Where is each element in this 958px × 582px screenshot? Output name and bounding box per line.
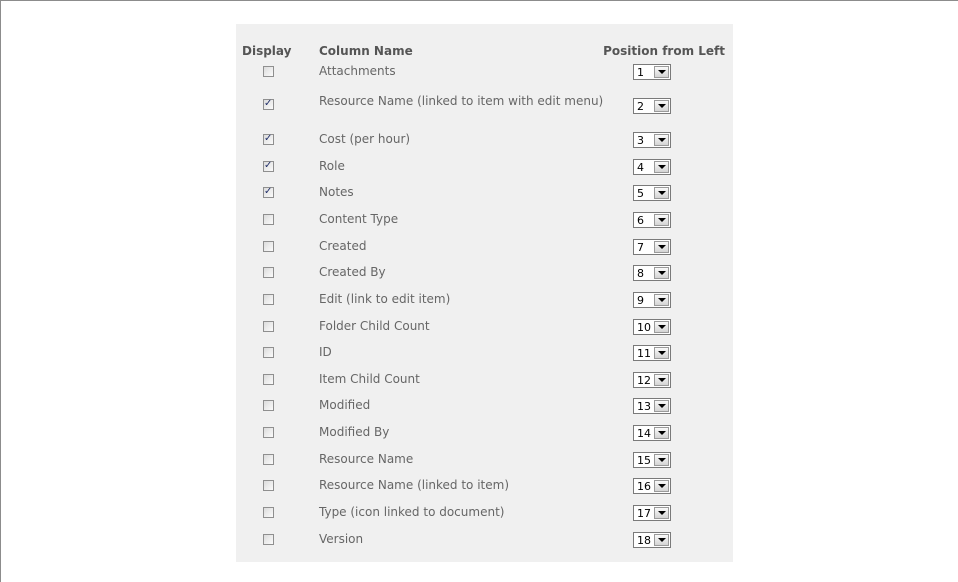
display-checkbox[interactable] <box>263 321 274 332</box>
position-select[interactable]: 10 <box>633 319 671 335</box>
chevron-down-icon[interactable] <box>654 480 669 492</box>
position-value: 7 <box>637 241 644 254</box>
column-settings-panel: Display Column Name Position from Left A… <box>236 24 733 562</box>
chevron-down-icon[interactable] <box>654 134 669 146</box>
display-checkbox[interactable] <box>263 267 274 278</box>
position-value: 4 <box>637 161 644 174</box>
chevron-down-icon[interactable] <box>654 507 669 519</box>
chevron-down-icon[interactable] <box>654 400 669 412</box>
position-value: 6 <box>637 214 644 227</box>
column-name-label: Role <box>319 159 345 173</box>
position-value: 8 <box>637 267 644 280</box>
column-name-label: Modified By <box>319 425 390 439</box>
display-checkbox[interactable] <box>263 214 274 225</box>
display-checkbox[interactable] <box>263 427 274 438</box>
chevron-down-icon[interactable] <box>654 187 669 199</box>
page-frame: Display Column Name Position from Left A… <box>0 0 958 582</box>
display-checkbox[interactable] <box>263 507 274 518</box>
position-select[interactable]: 16 <box>633 478 671 494</box>
position-select[interactable]: 8 <box>633 265 671 281</box>
column-name-header: Column Name <box>319 44 413 58</box>
chevron-down-icon[interactable] <box>654 214 669 226</box>
column-name-label: Cost (per hour) <box>319 132 411 146</box>
chevron-down-icon[interactable] <box>654 100 669 112</box>
display-checkbox[interactable] <box>263 97 274 111</box>
column-name-label: Notes <box>319 185 354 199</box>
position-value: 5 <box>637 187 644 200</box>
chevron-down-icon[interactable] <box>654 374 669 386</box>
display-checkbox[interactable] <box>263 374 274 385</box>
position-header: Position from Left <box>603 44 725 58</box>
position-select[interactable]: 6 <box>633 212 671 228</box>
chevron-down-icon[interactable] <box>654 66 669 78</box>
position-value: 1 <box>637 66 644 79</box>
position-value: 9 <box>637 294 644 307</box>
chevron-down-icon[interactable] <box>654 321 669 333</box>
position-select[interactable]: 12 <box>633 372 671 388</box>
display-checkbox[interactable] <box>263 241 274 252</box>
position-value: 3 <box>637 134 644 147</box>
chevron-down-icon[interactable] <box>654 241 669 253</box>
position-select[interactable]: 15 <box>633 452 671 468</box>
display-checkbox[interactable] <box>263 159 274 173</box>
column-name-label: Folder Child Count <box>319 319 430 333</box>
position-select[interactable]: 3 <box>633 132 671 148</box>
chevron-down-icon[interactable] <box>654 161 669 173</box>
chevron-down-icon[interactable] <box>654 454 669 466</box>
display-header: Display <box>242 44 292 58</box>
position-select[interactable]: 5 <box>633 185 671 201</box>
chevron-down-icon[interactable] <box>654 294 669 306</box>
column-name-label: Modified <box>319 398 371 412</box>
display-checkbox[interactable] <box>263 534 274 545</box>
column-name-label: Type (icon linked to document) <box>319 505 505 519</box>
column-name-label: Created By <box>319 265 386 279</box>
display-checkbox[interactable] <box>263 347 274 358</box>
chevron-down-icon[interactable] <box>654 534 669 546</box>
chevron-down-icon[interactable] <box>654 427 669 439</box>
position-select[interactable]: 2 <box>633 98 671 114</box>
display-checkbox[interactable] <box>263 454 274 465</box>
column-name-label: Resource Name <box>319 452 414 466</box>
column-name-label: ID <box>319 345 332 359</box>
chevron-down-icon[interactable] <box>654 267 669 279</box>
position-value: 10 <box>637 321 651 334</box>
position-value: 18 <box>637 534 651 547</box>
position-value: 14 <box>637 427 651 440</box>
position-value: 2 <box>637 100 644 113</box>
chevron-down-icon[interactable] <box>654 347 669 359</box>
display-checkbox[interactable] <box>263 294 274 305</box>
position-select[interactable]: 14 <box>633 425 671 441</box>
position-value: 13 <box>637 400 651 413</box>
column-name-label: Item Child Count <box>319 372 420 386</box>
column-name-label: Attachments <box>319 64 396 78</box>
position-select[interactable]: 17 <box>633 505 671 521</box>
display-checkbox[interactable] <box>263 400 274 411</box>
position-select[interactable]: 4 <box>633 159 671 175</box>
position-value: 11 <box>637 347 651 360</box>
position-value: 15 <box>637 454 651 467</box>
column-name-label: Resource Name (linked to item) <box>319 478 510 492</box>
position-value: 12 <box>637 374 651 387</box>
display-checkbox[interactable] <box>263 185 274 199</box>
column-name-label: Content Type <box>319 212 399 226</box>
position-select[interactable]: 1 <box>633 64 671 80</box>
column-name-label: Created <box>319 239 367 253</box>
position-select[interactable]: 9 <box>633 292 671 308</box>
display-checkbox[interactable] <box>263 132 274 146</box>
position-value: 17 <box>637 507 651 520</box>
display-checkbox[interactable] <box>263 66 274 77</box>
position-select[interactable]: 11 <box>633 345 671 361</box>
column-name-label: Edit (link to edit item) <box>319 292 451 306</box>
column-name-label: Version <box>319 532 364 546</box>
position-select[interactable]: 13 <box>633 398 671 414</box>
position-select[interactable]: 7 <box>633 239 671 255</box>
display-checkbox[interactable] <box>263 480 274 491</box>
position-select[interactable]: 18 <box>633 532 671 548</box>
position-value: 16 <box>637 480 651 493</box>
column-name-label: Resource Name (linked to item with edit … <box>319 94 604 108</box>
